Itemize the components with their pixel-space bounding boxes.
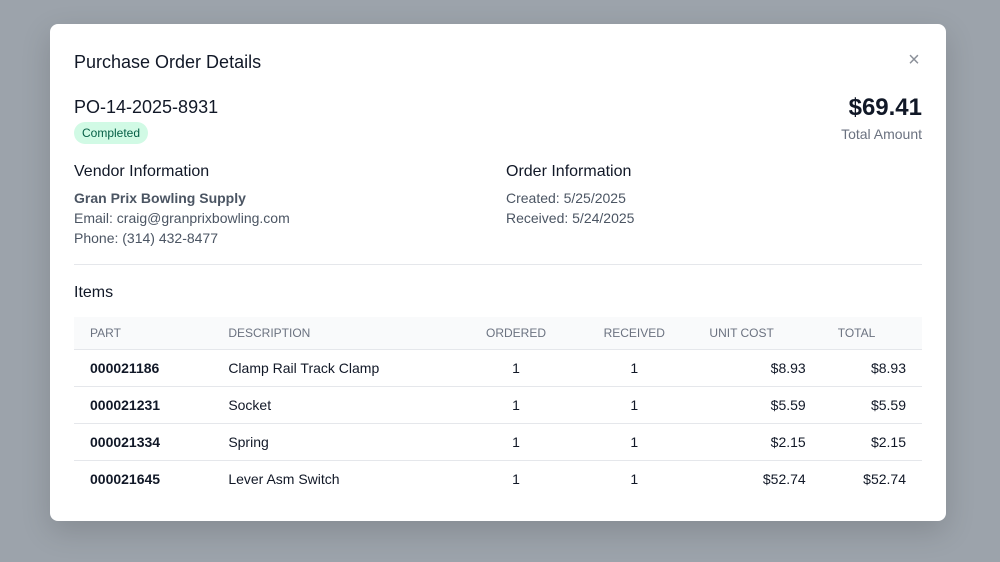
order-info-heading: Order Information — [506, 163, 632, 180]
purchase-order-modal: Purchase Order Details × PO-14-2025-8931… — [50, 24, 946, 521]
column-header-total: Total — [821, 317, 922, 350]
cell-total: $5.59 — [821, 386, 922, 424]
cell-received: 1 — [575, 349, 694, 387]
vendor-email: Email: craig@granprixbowling.com — [74, 210, 290, 226]
column-header-ordered: Ordered — [456, 317, 576, 350]
cell-ordered: 1 — [456, 386, 576, 424]
cell-total: $52.74 — [863, 471, 906, 487]
cell-part: 000021645 — [90, 471, 161, 487]
order-created: Created: 5/25/2025 — [506, 190, 626, 206]
column-header-received: Received — [575, 317, 694, 350]
column-header-part: Part — [74, 317, 213, 350]
status-badge: Completed — [74, 122, 149, 144]
cell-unit-cost: $52.74 — [762, 471, 806, 487]
po-number: PO-14-2025-8931 — [74, 97, 219, 117]
cell-description: Lever Asm Switch — [228, 471, 340, 487]
column-header-unit-cost: Unit Cost — [693, 317, 822, 350]
table-row: 000021645 Lever Asm Switch 1 1 $52.74 $5… — [74, 461, 922, 498]
cell-ordered: 1 — [512, 471, 520, 487]
cell-description: Spring — [212, 423, 457, 461]
cell-part: 000021334 — [74, 423, 213, 461]
cell-ordered: 1 — [456, 423, 576, 461]
section-divider — [74, 264, 922, 265]
table-header-row: Part Description Ordered Received Unit C… — [74, 317, 922, 350]
total-amount: $69.41 — [848, 94, 922, 121]
cell-received: 1 — [630, 471, 639, 487]
table-row: 000021186 Clamp Rail Track Clamp 1 1 $8.… — [74, 349, 922, 387]
items-heading: Items — [74, 284, 114, 301]
cell-received: 1 — [575, 423, 694, 461]
cell-unit-cost: $8.93 — [693, 349, 822, 387]
cell-unit-cost: $2.15 — [693, 423, 822, 461]
table-row: 000021334 Spring 1 1 $2.15 $2.15 — [74, 423, 922, 461]
cell-ordered: 1 — [456, 349, 576, 387]
table-row: 000021231 Socket 1 1 $5.59 $5.59 — [74, 386, 922, 424]
cell-description: Clamp Rail Track Clamp — [212, 349, 457, 387]
items-table: Part Description Ordered Received Unit C… — [74, 317, 922, 497]
vendor-name: Gran Prix Bowling Supply — [74, 190, 246, 206]
total-amount-label: Total Amount — [841, 126, 922, 142]
cell-part: 000021186 — [74, 349, 213, 387]
cell-total: $2.15 — [821, 423, 922, 461]
vendor-phone: Phone: (314) 432-8477 — [74, 230, 218, 246]
close-icon[interactable]: × — [904, 50, 924, 70]
cell-description: Socket — [212, 386, 457, 424]
order-received: Received: 5/24/2025 — [506, 210, 635, 226]
cell-part: 000021231 — [74, 386, 213, 424]
modal-title: Purchase Order Details — [74, 52, 262, 72]
vendor-heading: Vendor Information — [74, 163, 210, 180]
cell-unit-cost: $5.59 — [693, 386, 822, 424]
cell-total: $8.93 — [821, 349, 922, 387]
cell-received: 1 — [575, 386, 694, 424]
column-header-description: Description — [212, 317, 457, 350]
